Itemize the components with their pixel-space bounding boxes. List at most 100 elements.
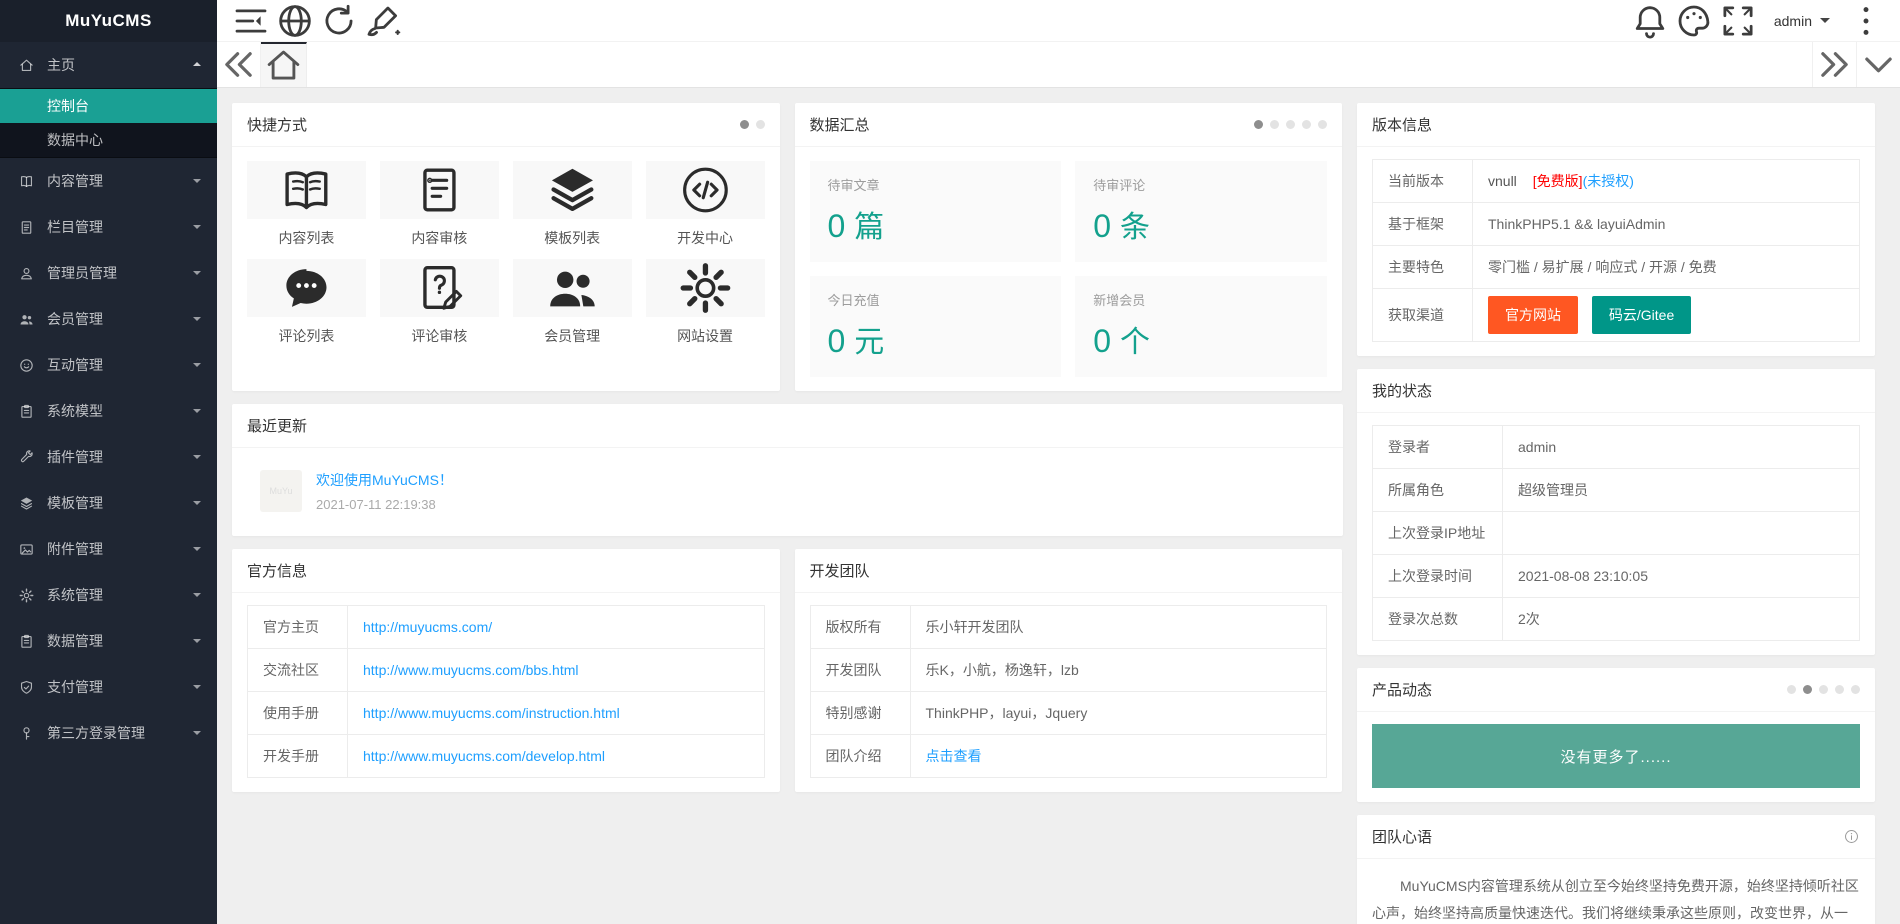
home-icon: [18, 57, 35, 74]
carousel-dot[interactable]: [1302, 120, 1311, 129]
official-bbs-link[interactable]: http://www.muyucms.com/bbs.html: [363, 662, 579, 678]
table-row: 官方主页 http://muyucms.com/: [248, 606, 765, 649]
sidebar-item-console[interactable]: 控制台: [0, 89, 217, 123]
info-icon[interactable]: [1843, 828, 1860, 845]
carousel-dot[interactable]: [1835, 685, 1844, 694]
sidebar-item-label: 附件管理: [47, 539, 103, 559]
row-value: 2021-08-08 23:10:05: [1503, 555, 1860, 598]
shortcut-grid: 内容列表 内容审核 模板列表 开发中心: [232, 147, 780, 361]
carousel-dot[interactable]: [1286, 120, 1295, 129]
shortcut-comment-review[interactable]: 评论审核: [380, 259, 499, 349]
sidebar-item-datacenter[interactable]: 数据中心: [0, 123, 217, 157]
user-dropdown[interactable]: admin: [1760, 0, 1844, 42]
sidebar-item-column[interactable]: 栏目管理: [0, 204, 217, 250]
tabs-dropdown-button[interactable]: [1856, 42, 1900, 87]
sidebar-item-content[interactable]: 内容管理: [0, 158, 217, 204]
shortcut-label: 评论审核: [380, 317, 499, 349]
carousel-dot[interactable]: [1254, 120, 1263, 129]
stat-value: 0: [1093, 208, 1111, 244]
chevron-down-icon: [193, 225, 201, 233]
sidebar-item-template[interactable]: 模板管理: [0, 480, 217, 526]
plugin-icon: [18, 449, 35, 466]
carousel-dot[interactable]: [1787, 685, 1796, 694]
table-row: 特别感谢 ThinkPHP，layui，Jquery: [810, 692, 1327, 735]
sidebar-item-members[interactable]: 会员管理: [0, 296, 217, 342]
carousel-dot[interactable]: [1318, 120, 1327, 129]
bell-icon[interactable]: [1628, 0, 1672, 42]
more-vert-icon[interactable]: [1844, 0, 1888, 42]
carousel-dot[interactable]: [1819, 685, 1828, 694]
row-value: 超级管理员: [1503, 469, 1860, 512]
table-row: 开发手册 http://www.muyucms.com/develop.html: [248, 735, 765, 778]
version-number: vnull: [1488, 173, 1517, 189]
chevron-down-icon: [193, 501, 201, 509]
carousel-dot[interactable]: [756, 120, 765, 129]
sidebar-item-label: 会员管理: [47, 309, 103, 329]
sidebar-item-payment[interactable]: 支付管理: [0, 664, 217, 710]
refresh-icon[interactable]: [317, 0, 361, 42]
row-value: ThinkPHP5.1 && layuiAdmin: [1473, 203, 1860, 246]
row-value: [1503, 512, 1860, 555]
card-version-header: 版本信息: [1357, 103, 1875, 147]
sidebar-item-label: 栏目管理: [47, 217, 103, 237]
chevron-down-icon: [193, 685, 201, 693]
palette-icon[interactable]: [1672, 0, 1716, 42]
official-develop-link[interactable]: http://www.muyucms.com/develop.html: [363, 748, 605, 764]
shortcut-member-manage[interactable]: 会员管理: [513, 259, 632, 349]
sidebar-item-home[interactable]: 主页: [0, 42, 217, 88]
recent-item-link[interactable]: 欢迎使用MuYuCMS！: [316, 470, 453, 490]
sidebar-item-data[interactable]: 数据管理: [0, 618, 217, 664]
table-row: 获取渠道 官方网站 码云/Gitee: [1373, 289, 1860, 342]
version-unauthorized-badge: (未授权): [1583, 173, 1634, 189]
tabs-scroll-right-button[interactable]: [1812, 42, 1856, 87]
card-title: 最近更新: [247, 415, 307, 436]
sidebar-item-model[interactable]: 系统模型: [0, 388, 217, 434]
sidebar-item-plugin[interactable]: 插件管理: [0, 434, 217, 480]
sidebar-item-thirdparty[interactable]: 第三方登录管理: [0, 710, 217, 756]
sidebar-item-interaction[interactable]: 互动管理: [0, 342, 217, 388]
shortcut-content-list[interactable]: 内容列表: [247, 161, 366, 251]
carousel-dot[interactable]: [1270, 120, 1279, 129]
shortcut-template-list[interactable]: 模板列表: [513, 161, 632, 251]
table-row: 当前版本 vnull[免费版](未授权): [1373, 160, 1860, 203]
official-homepage-link[interactable]: http://muyucms.com/: [363, 619, 492, 635]
brush-icon[interactable]: [361, 0, 405, 42]
sidebar-item-label: 内容管理: [47, 171, 103, 191]
shortcut-content-review[interactable]: 内容审核: [380, 161, 499, 251]
team-intro-link[interactable]: 点击查看: [926, 748, 982, 764]
shortcut-site-settings[interactable]: 网站设置: [646, 259, 765, 349]
table-row: 基于框架 ThinkPHP5.1 && layuiAdmin: [1373, 203, 1860, 246]
main-area: admin 快捷方式: [217, 0, 1900, 924]
top-header: admin: [217, 0, 1900, 42]
sidebar-item-label: 主页: [47, 55, 75, 75]
stat-unit: 元: [854, 326, 884, 359]
carousel-dot[interactable]: [1803, 685, 1812, 694]
recent-item-time: 2021-07-11 22:19:38: [316, 497, 453, 512]
thirdparty-icon: [18, 725, 35, 742]
attachment-icon: [18, 541, 35, 558]
carousel-dot[interactable]: [740, 120, 749, 129]
sidebar-item-attachment[interactable]: 附件管理: [0, 526, 217, 572]
tabs-scroll-left-button[interactable]: [217, 42, 261, 87]
table-row: 登录者 admin: [1373, 426, 1860, 469]
carousel-dot[interactable]: [1851, 685, 1860, 694]
row-label: 主要特色: [1373, 246, 1473, 289]
menu-fold-icon[interactable]: [229, 0, 273, 42]
stat-label: 今日充值: [828, 290, 1044, 309]
row-label: 官方主页: [248, 606, 348, 649]
globe-icon[interactable]: [273, 0, 317, 42]
gitee-button[interactable]: 码云/Gitee: [1592, 296, 1691, 334]
sidebar-item-admins[interactable]: 管理员管理: [0, 250, 217, 296]
official-manual-link[interactable]: http://www.muyucms.com/instruction.html: [363, 705, 620, 721]
official-site-button[interactable]: 官方网站: [1488, 296, 1578, 334]
card-motto-header: 团队心语: [1357, 815, 1875, 859]
tab-home[interactable]: [261, 42, 307, 87]
expand-icon[interactable]: [1716, 0, 1760, 42]
shortcut-comment-list[interactable]: 评论列表: [247, 259, 366, 349]
sidebar-item-system[interactable]: 系统管理: [0, 572, 217, 618]
sidebar-item-label: 插件管理: [47, 447, 103, 467]
shortcut-dev-center[interactable]: 开发中心: [646, 161, 765, 251]
chevron-down-icon: [193, 179, 201, 187]
shortcut-label: 网站设置: [646, 317, 765, 349]
users-icon: [513, 259, 632, 317]
